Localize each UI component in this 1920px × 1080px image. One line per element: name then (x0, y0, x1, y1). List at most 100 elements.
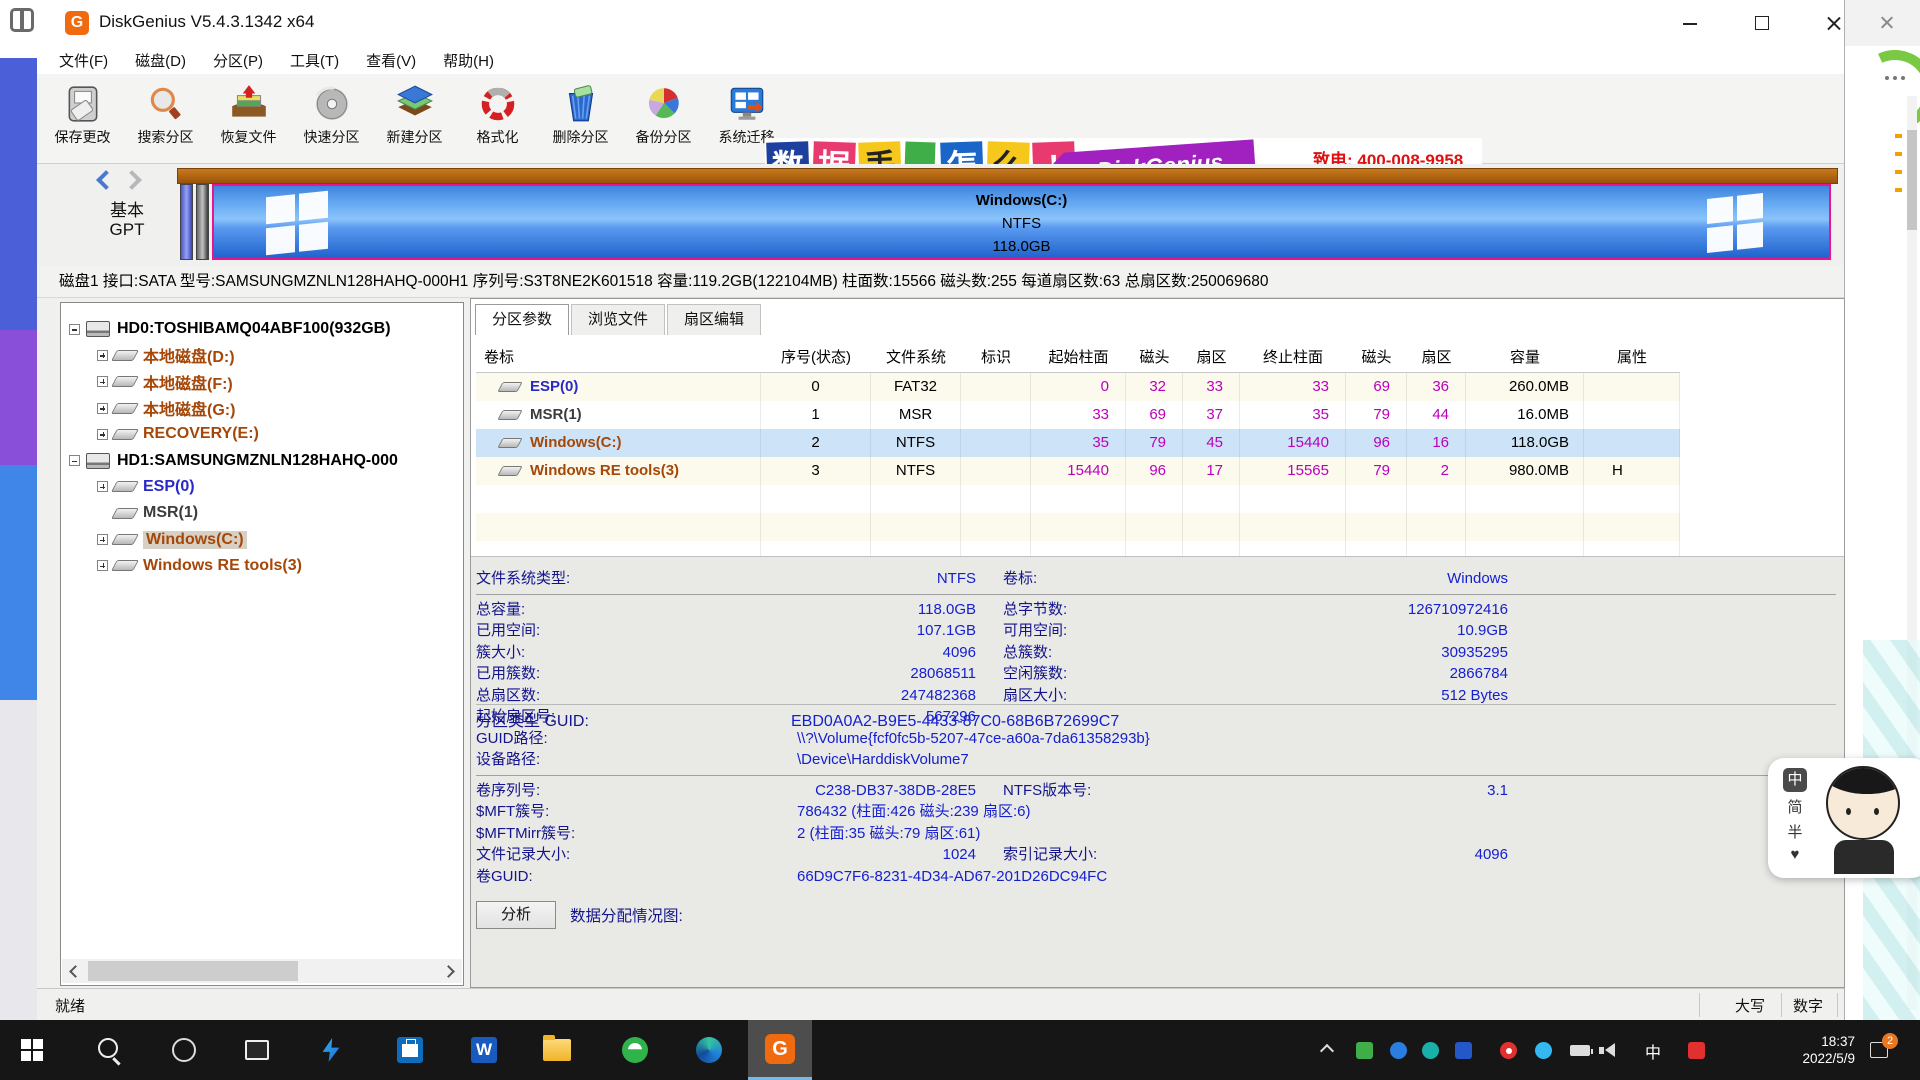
background-close-icon[interactable] (1879, 15, 1894, 30)
tree-item[interactable]: 本地磁盘(D:) (61, 342, 463, 368)
pinned-app-icon[interactable] (315, 1034, 347, 1066)
expander-icon[interactable] (97, 350, 108, 361)
battery-icon[interactable] (1570, 1045, 1590, 1056)
toolbar-buttons: 保存更改 搜索分区 恢复文件 快速分区 新建分区 (41, 80, 788, 160)
backup-partition-button[interactable]: 备份分区 (622, 80, 705, 160)
tray-green-icon[interactable] (1356, 1042, 1373, 1059)
tray-red-icon[interactable] (1500, 1042, 1517, 1059)
menu-file[interactable]: 文件(F) (59, 50, 108, 71)
expander-icon[interactable] (69, 455, 80, 466)
volume-icon[interactable] (1605, 1043, 1615, 1057)
menu-help[interactable]: 帮助(H) (443, 50, 494, 71)
analyze-button[interactable]: 分析 (476, 901, 556, 929)
menu-view[interactable]: 查看(V) (366, 50, 416, 71)
delete-partition-button[interactable]: 删除分区 (539, 80, 622, 160)
ime-float-widget[interactable]: 中 简 半 ♥ (1768, 758, 1920, 878)
ime-indicator[interactable]: 中 (1645, 1039, 1661, 1063)
ime-simplified-badge[interactable]: 简 (1787, 796, 1802, 817)
expander-icon[interactable] (97, 560, 108, 571)
tree-item[interactable]: Windows RE tools(3) (61, 553, 463, 579)
menu-disk[interactable]: 磁盘(D) (135, 50, 186, 71)
tree-item[interactable]: Windows(C:) (61, 526, 463, 552)
tray-teal-icon[interactable] (1422, 1042, 1439, 1059)
table-row[interactable]: Windows(C:)2NTFS357945154409616118.0GB (476, 429, 1680, 457)
partition-icon (111, 481, 139, 492)
file-explorer-icon[interactable] (541, 1034, 573, 1066)
expander-icon[interactable] (97, 429, 108, 440)
tree-item[interactable]: HD1:SAMSUNGMZNLN128HAHQ-000 (61, 447, 463, 473)
table-row[interactable]: ESP(0)0FAT3203233336936260.0MB (476, 373, 1680, 401)
recover-files-button[interactable]: 恢复文件 (207, 80, 290, 160)
ime-lang-badge[interactable]: 中 (1783, 768, 1807, 792)
desktop-left-edge (0, 0, 37, 1020)
expander-icon[interactable] (97, 481, 108, 492)
partition-detail-panel: 分区参数 浏览文件 扇区编辑 卷标序号(状态) 文件系统标识 起始柱面磁头 扇区… (470, 298, 1845, 988)
volume-label: Windows(C:) (530, 429, 622, 457)
partition-icon (111, 560, 139, 571)
tray-expand-icon[interactable] (1320, 1044, 1334, 1058)
tree-item-label: 本地磁盘(F:) (143, 370, 233, 394)
esp-partition-block[interactable] (180, 184, 193, 260)
partition-block-name: Windows(C:) (214, 189, 1829, 212)
menu-tools[interactable]: 工具(T) (290, 50, 339, 71)
notification-center-icon[interactable]: 2 (1868, 1038, 1894, 1062)
expander-icon[interactable] (97, 403, 108, 414)
scroll-right-icon[interactable] (438, 959, 462, 983)
tab-partition-params[interactable]: 分区参数 (475, 304, 569, 335)
menubar: 文件(F) 磁盘(D) 分区(P) 工具(T) 查看(V) 帮助(H) (37, 46, 1844, 74)
status-ready: 就绪 (55, 995, 85, 1016)
detail-row: 已用簇数:28068511空闲簇数:2866784 (476, 663, 1845, 685)
taskbar-search-icon[interactable] (94, 1034, 126, 1066)
table-row[interactable]: Windows RE tools(3)3NTFS1544096171556579… (476, 457, 1680, 485)
expander-icon[interactable] (97, 534, 108, 545)
tray-blue-icon[interactable] (1390, 1042, 1407, 1059)
quick-partition-button[interactable]: 快速分区 (290, 80, 373, 160)
tray-blue-square-icon[interactable] (1455, 1042, 1472, 1059)
more-icon[interactable] (1885, 76, 1909, 82)
partition-block-fs: NTFS (214, 212, 1829, 235)
disk-icon (86, 453, 110, 469)
diskgenius-app-icon (65, 11, 89, 35)
minimize-button[interactable] (1667, 0, 1713, 46)
menu-partition[interactable]: 分区(P) (213, 50, 263, 71)
tab-browse-files[interactable]: 浏览文件 (571, 304, 665, 335)
format-button[interactable]: 格式化 (456, 80, 539, 160)
new-partition-button[interactable]: 新建分区 (373, 80, 456, 160)
diskgenius-taskbar-button[interactable] (748, 1020, 812, 1080)
tray-snowflake-icon[interactable] (1535, 1042, 1552, 1059)
pinned-green-app-icon[interactable] (619, 1034, 651, 1066)
expander-icon[interactable] (69, 324, 80, 335)
prev-disk-icon[interactable] (96, 170, 116, 190)
tree-item[interactable]: 本地磁盘(F:) (61, 369, 463, 395)
taskbar-clock[interactable]: 18:37 2022/5/9 (1740, 1033, 1855, 1067)
table-row[interactable]: MSR(1)1MSR33693735794416.0MB (476, 401, 1680, 429)
scrollbar-thumb[interactable] (88, 961, 298, 981)
ime-halfwidth-badge[interactable]: 半 (1787, 821, 1802, 842)
gpt-header-strip (177, 168, 1838, 184)
tree-item[interactable]: MSR(1) (61, 500, 463, 526)
task-view-icon[interactable] (241, 1034, 273, 1066)
msr-partition-block[interactable] (196, 184, 209, 260)
partition-icon (497, 438, 522, 448)
maximize-button[interactable] (1739, 0, 1785, 46)
tree-item[interactable]: 本地磁盘(G:) (61, 395, 463, 421)
windows-c-partition-block[interactable]: Windows(C:) NTFS 118.0GB (212, 184, 1831, 260)
start-button[interactable] (16, 1034, 48, 1066)
tree-item[interactable]: HD0:TOSHIBAMQ04ABF100(932GB) (61, 316, 463, 342)
next-disk-icon[interactable] (122, 170, 142, 190)
quick-partition-icon (311, 84, 353, 124)
tray-ime-app-icon[interactable] (1688, 1042, 1705, 1059)
tree-horizontal-scrollbar[interactable] (62, 959, 462, 983)
scroll-left-icon[interactable] (62, 959, 86, 983)
save-changes-button[interactable]: 保存更改 (41, 80, 124, 160)
word-icon[interactable] (468, 1034, 500, 1066)
store-icon[interactable] (394, 1034, 426, 1066)
tree-item[interactable]: ESP(0) (61, 474, 463, 500)
expander-icon[interactable] (97, 376, 108, 387)
tree-item[interactable]: RECOVERY(E:) (61, 421, 463, 447)
search-partition-button[interactable]: 搜索分区 (124, 80, 207, 160)
edge-icon[interactable] (693, 1034, 725, 1066)
cortana-icon[interactable] (168, 1034, 200, 1066)
tab-sector-edit[interactable]: 扇区编辑 (667, 304, 761, 335)
close-button[interactable] (1811, 0, 1857, 46)
